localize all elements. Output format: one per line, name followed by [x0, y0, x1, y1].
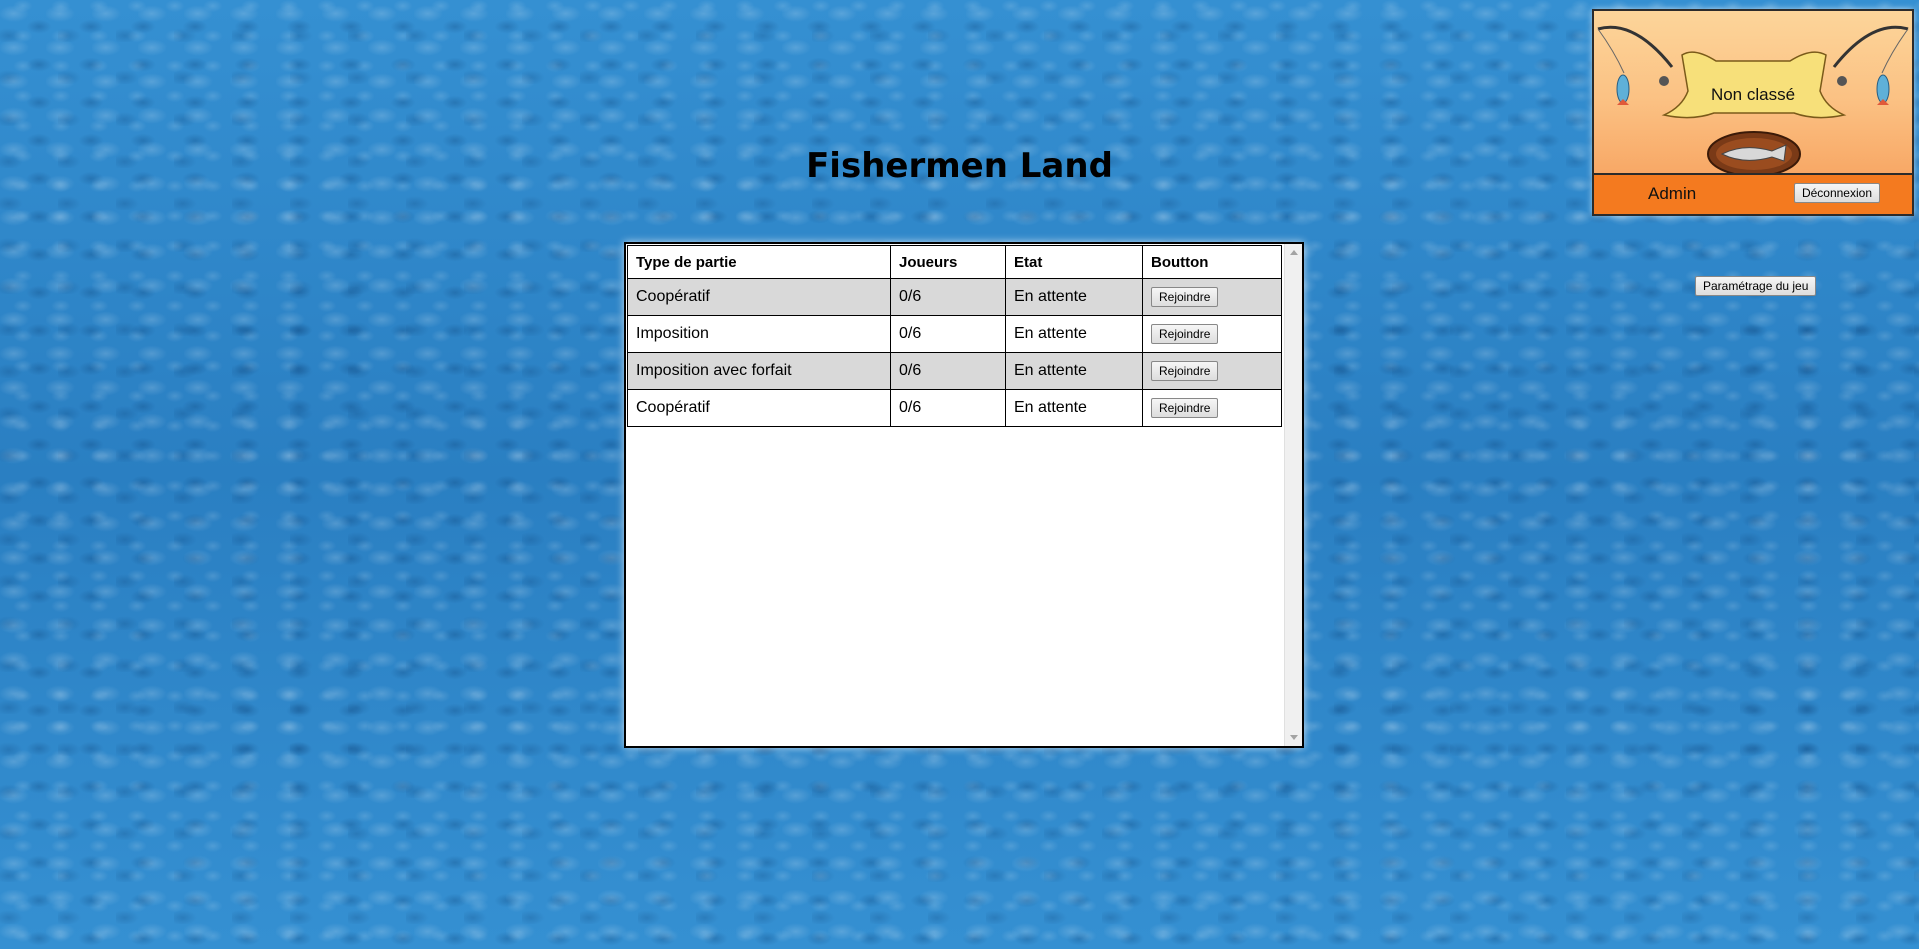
games-panel: Type de partie Joueurs Etat Boutton Coop… — [624, 242, 1304, 748]
join-button[interactable]: Rejoindre — [1151, 361, 1219, 381]
join-button[interactable]: Rejoindre — [1151, 287, 1219, 307]
header-button: Boutton — [1142, 245, 1282, 279]
table-header-row: Type de partie Joueurs Etat Boutton — [627, 245, 1282, 279]
table-row: Coopératif 0/6 En attente Rejoindre — [627, 389, 1282, 427]
table-row: Imposition avec forfait 0/6 En attente R… — [627, 352, 1282, 390]
table-row: Imposition 0/6 En attente Rejoindre — [627, 315, 1282, 353]
header-state: Etat — [1005, 245, 1143, 279]
cell-action: Rejoindre — [1142, 352, 1282, 390]
games-table: Type de partie Joueurs Etat Boutton Coop… — [627, 245, 1282, 427]
cell-action: Rejoindre — [1142, 278, 1282, 316]
scroll-down-icon[interactable] — [1290, 735, 1298, 740]
profile-bar: Admin Déconnexion — [1594, 173, 1912, 214]
cell-state: En attente — [1005, 315, 1143, 353]
cell-type: Coopératif — [627, 389, 891, 427]
cell-players: 0/6 — [890, 352, 1006, 390]
header-type: Type de partie — [627, 245, 891, 279]
cell-type: Imposition avec forfait — [627, 352, 891, 390]
cell-action: Rejoindre — [1142, 389, 1282, 427]
cell-state: En attente — [1005, 278, 1143, 316]
rank-label: Non classé — [1710, 85, 1796, 104]
join-button[interactable]: Rejoindre — [1151, 324, 1219, 344]
logout-button[interactable]: Déconnexion — [1793, 183, 1880, 203]
cell-state: En attente — [1005, 389, 1143, 427]
username: Admin — [1648, 184, 1697, 203]
table-row: Coopératif 0/6 En attente Rejoindre — [627, 278, 1282, 316]
cell-state: En attente — [1005, 352, 1143, 390]
cell-type: Coopératif — [627, 278, 891, 316]
game-settings-button[interactable]: Paramétrage du jeu — [1695, 276, 1817, 296]
cell-type: Imposition — [627, 315, 891, 353]
games-scrollbar[interactable] — [1284, 244, 1302, 746]
header-players: Joueurs — [890, 245, 1006, 279]
profile-banner: Non classé — [1594, 11, 1912, 173]
games-list: Type de partie Joueurs Etat Boutton Coop… — [626, 244, 1283, 746]
scroll-up-icon[interactable] — [1290, 250, 1298, 255]
cell-players: 0/6 — [890, 389, 1006, 427]
profile-card: Non classé Admin Déconnexion — [1592, 9, 1914, 216]
join-button[interactable]: Rejoindre — [1151, 398, 1219, 418]
cell-action: Rejoindre — [1142, 315, 1282, 353]
cell-players: 0/6 — [890, 315, 1006, 353]
cell-players: 0/6 — [890, 278, 1006, 316]
